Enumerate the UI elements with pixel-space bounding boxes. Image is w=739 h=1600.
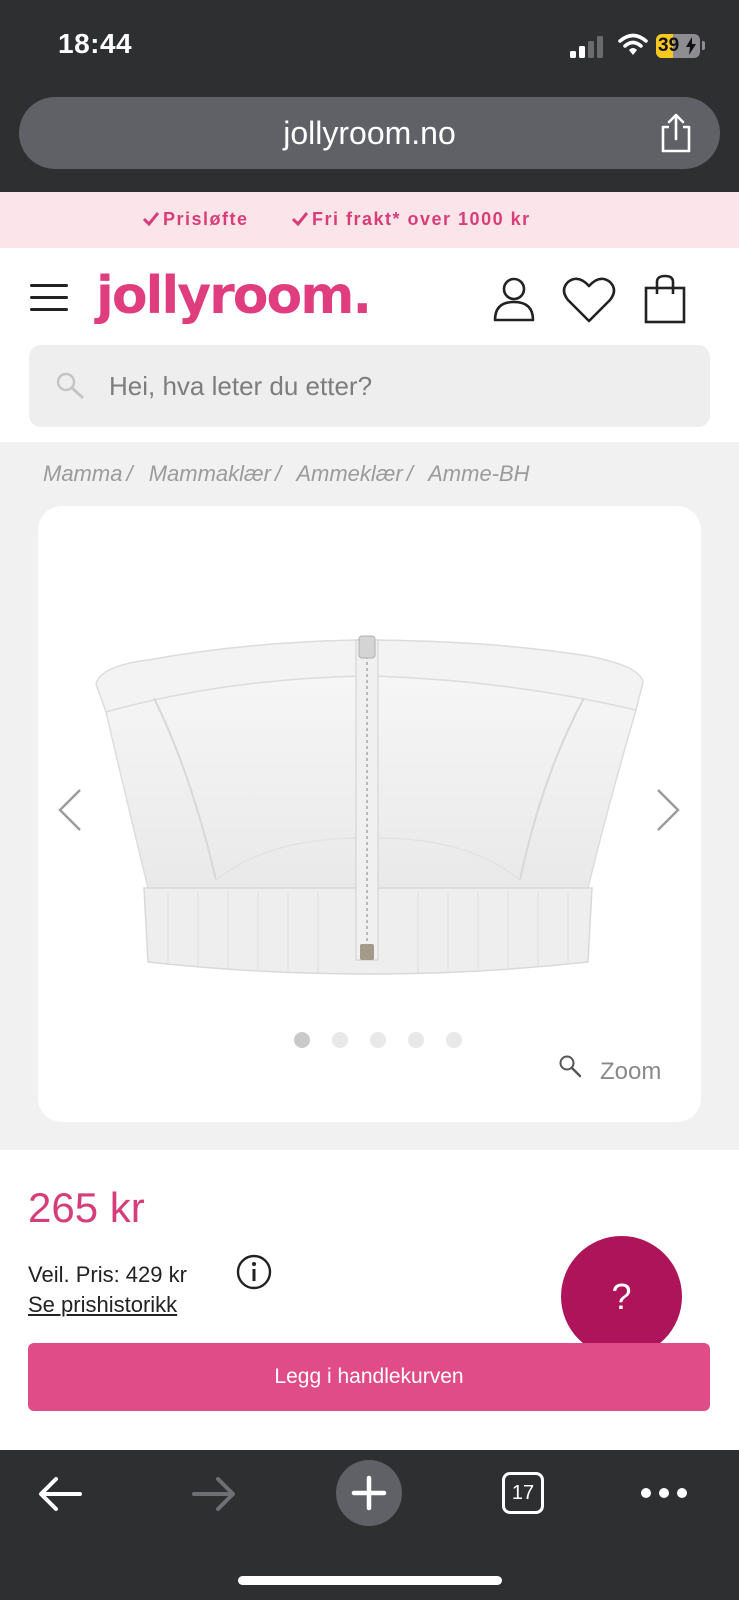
breadcrumb-item[interactable]: Mamma <box>43 461 122 486</box>
gallery-dot[interactable] <box>294 1032 310 1048</box>
heart-icon[interactable] <box>562 276 616 324</box>
chevron-left-icon[interactable] <box>58 788 82 832</box>
product-gallery: Zoom <box>38 506 701 1122</box>
shopping-bag-icon[interactable] <box>644 274 686 324</box>
product-image[interactable] <box>88 626 648 986</box>
share-icon[interactable] <box>659 113 693 153</box>
gallery-dot[interactable] <box>446 1032 462 1048</box>
promo-item-price-promise: Prisløfte <box>143 209 249 230</box>
gallery-dot[interactable] <box>332 1032 348 1048</box>
battery-cap <box>702 41 705 50</box>
product-price: 265 kr <box>28 1184 145 1231</box>
new-tab-button[interactable] <box>336 1460 402 1526</box>
gallery-dot[interactable] <box>408 1032 424 1048</box>
breadcrumb-separator: / <box>126 461 133 486</box>
browser-address-area: jollyroom.no <box>0 92 739 192</box>
promo-item-label: Prisløfte <box>163 209 249 229</box>
tab-switcher-button[interactable]: 17 <box>502 1472 544 1514</box>
plus-icon <box>351 1475 387 1511</box>
back-arrow-icon[interactable] <box>36 1476 84 1512</box>
breadcrumb-item[interactable]: Amme-BH <box>428 461 529 486</box>
more-icon[interactable] <box>640 1486 688 1500</box>
battery-icon: 39 <box>656 34 700 58</box>
promo-item-label: Fri frakt* over 1000 kr <box>312 209 531 229</box>
chevron-right-icon[interactable] <box>656 788 680 832</box>
hamburger-menu-icon[interactable] <box>30 284 68 312</box>
url-text[interactable]: jollyroom.no <box>19 97 720 169</box>
promo-banner: Prisløfte Fri frakt* over 1000 kr <box>0 192 739 248</box>
breadcrumb-separator: / <box>406 461 413 486</box>
info-icon[interactable] <box>236 1254 272 1290</box>
zoom-label: Zoom <box>600 1058 662 1085</box>
breadcrumb-item[interactable]: Ammeklær <box>296 461 402 486</box>
cellular-signal-icon <box>570 36 603 58</box>
search-input[interactable] <box>109 345 689 427</box>
gallery-pagination <box>294 1032 464 1050</box>
charging-bolt-icon <box>686 37 696 55</box>
browser-toolbar: 17 <box>0 1450 739 1600</box>
price-history-link[interactable]: Se prishistorikk <box>28 1292 177 1318</box>
site-logo[interactable]: jollyroom. <box>96 266 372 326</box>
gallery-dot[interactable] <box>370 1032 386 1048</box>
check-icon <box>143 212 159 226</box>
status-time: 18:44 <box>58 28 133 59</box>
site-header: jollyroom. <box>0 248 739 442</box>
search-icon <box>56 372 84 399</box>
recommended-price: Veil. Pris: 429 kr <box>28 1262 187 1287</box>
breadcrumb-item[interactable]: Mammaklær <box>149 461 271 486</box>
product-purchase-panel: 265 kr Veil. Pris: 429 kr Se prishistori… <box>0 1150 739 1450</box>
search-bar[interactable] <box>29 345 710 427</box>
home-indicator <box>238 1576 502 1585</box>
promo-item-free-shipping: Fri frakt* over 1000 kr <box>292 209 531 230</box>
address-bar[interactable]: jollyroom.no <box>19 97 720 169</box>
status-bar: 18:44 39 <box>0 0 739 92</box>
breadcrumb: Mamma / Mammaklær / Ammeklær / Amme-BH <box>43 461 534 487</box>
breadcrumb-separator: / <box>274 461 282 486</box>
check-icon <box>292 212 308 226</box>
account-icon[interactable] <box>492 276 536 322</box>
battery-level: 39 <box>658 35 680 56</box>
magnifier-icon <box>559 1055 582 1078</box>
add-to-cart-button[interactable]: Legg i handlekurven <box>28 1343 710 1411</box>
forward-arrow-icon[interactable] <box>190 1476 238 1512</box>
wifi-icon <box>618 33 648 55</box>
help-button[interactable]: ? <box>561 1236 682 1357</box>
